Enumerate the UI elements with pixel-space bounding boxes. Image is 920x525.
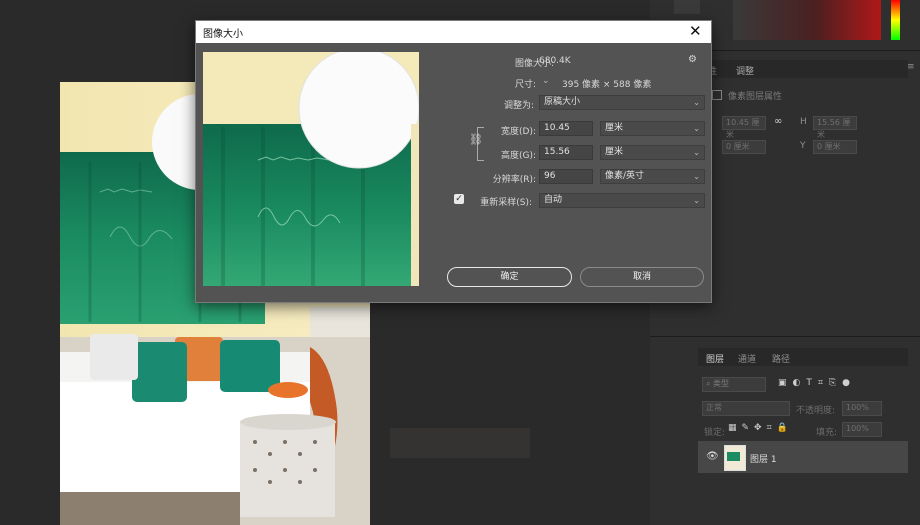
tab-layers[interactable]: 图层 (706, 352, 724, 365)
height-unit-select[interactable]: 厘米 ⌄ (600, 145, 705, 160)
layer-thumbnail-art (727, 452, 740, 461)
blend-mode-select[interactable]: 正常 (702, 401, 790, 416)
eye-icon[interactable]: 👁 (706, 451, 719, 462)
dialog-title: 图像大小 (203, 29, 243, 40)
chevron-down-icon: ⌄ (693, 98, 700, 107)
cancel-button[interactable]: 取消 (580, 267, 704, 287)
chevron-down-icon[interactable]: ⌄ (542, 76, 550, 86)
fill-label: 填充: (816, 428, 838, 438)
fit-to-value: 原稿大小 (544, 97, 581, 107)
resample-checkbox[interactable]: ✓ (454, 194, 464, 204)
layer-filter-select[interactable]: ⌕ 类型 (702, 377, 766, 392)
chevron-down-icon: ⌄ (693, 148, 700, 157)
resample-label: 重新采样(S): (480, 198, 532, 208)
fill-field[interactable]: 100% (842, 422, 882, 437)
props-width-field[interactable]: 10.45 厘米 (722, 116, 766, 139)
image-preview[interactable] (203, 52, 419, 286)
resolution-label: 分辨率(R): (492, 175, 536, 185)
chevron-down-icon: ⌄ (693, 196, 700, 205)
link-icon[interactable]: ∞ (774, 116, 782, 127)
width-label: 宽度(D): (501, 127, 536, 137)
props-y-label: Y (800, 141, 806, 151)
search-icon: ⌕ (706, 379, 714, 388)
width-input[interactable]: 10.45 (539, 121, 593, 136)
props-height-field[interactable]: 15.56 厘米 (813, 116, 857, 139)
panel-menu-icon[interactable]: ≡ (907, 62, 915, 72)
height-unit-value: 厘米 (605, 147, 624, 157)
height-input[interactable]: 15.56 (539, 145, 593, 160)
image-size-value: 680.4K (539, 56, 571, 66)
pixel-layer-icon (712, 90, 722, 100)
resolution-unit-select[interactable]: 像素/英寸 ⌄ (600, 169, 705, 184)
resample-value: 自动 (544, 195, 563, 205)
lock-icons[interactable]: ▦✎✥⌗🔒 (728, 423, 793, 433)
props-h-label: H (800, 117, 807, 127)
canvas-overlay (390, 428, 530, 458)
lock-label: 锁定: (704, 428, 726, 438)
layer-thumbnail (724, 445, 746, 471)
props-y-field[interactable]: 0 厘米 (813, 140, 857, 154)
layer-name[interactable]: 图层 1 (750, 452, 777, 465)
dimensions-label: 尺寸: (514, 80, 536, 90)
image-size-dialog: 图像大小 ✕ 图像大小: 680.4K ⚙ 尺寸: ⌄ 395 像素 × 588… (195, 20, 712, 303)
tab-adjustments[interactable]: 调整 (736, 64, 754, 77)
hue-slider[interactable] (891, 0, 900, 40)
resolution-unit-value: 像素/英寸 (605, 171, 645, 181)
color-picker-field[interactable] (733, 0, 881, 40)
dialog-titlebar[interactable]: 图像大小 ✕ (196, 21, 711, 43)
layers-tabbar (698, 348, 908, 366)
properties-tabbar (698, 60, 908, 78)
layer-filter-label: 类型 (713, 379, 730, 388)
width-unit-value: 厘米 (605, 123, 624, 133)
dimensions-value: 395 像素 × 588 像素 (562, 80, 652, 90)
layer-row[interactable]: 👁 图层 1 (698, 441, 908, 473)
panel-collapse-icon[interactable] (674, 0, 700, 14)
props-x-field[interactable]: 0 厘米 (722, 140, 766, 154)
resample-select[interactable]: 自动 ⌄ (539, 193, 705, 208)
chain-link-icon[interactable]: ⛓ (469, 133, 483, 146)
fit-to-label: 调整为: (503, 101, 534, 111)
chevron-down-icon: ⌄ (693, 124, 700, 133)
close-icon[interactable]: ✕ (689, 22, 702, 40)
fit-to-select[interactable]: 原稿大小 ⌄ (539, 95, 705, 110)
resolution-input[interactable]: 96 (539, 169, 593, 184)
layer-filter-icons[interactable]: ▣◐T⌗⎘● (778, 378, 856, 388)
preview-photo (203, 52, 419, 286)
properties-subtitle: 像素图层属性 (728, 92, 783, 102)
height-label: 高度(G): (500, 151, 536, 161)
opacity-field[interactable]: 100% (842, 401, 882, 416)
width-unit-select[interactable]: 厘米 ⌄ (600, 121, 705, 136)
opacity-label: 不透明度: (796, 406, 836, 416)
tab-paths[interactable]: 路径 (772, 352, 790, 365)
tab-channels[interactable]: 通道 (738, 352, 756, 365)
ok-button[interactable]: 确定 (447, 267, 572, 287)
gear-icon[interactable]: ⚙ (688, 54, 697, 65)
chevron-down-icon: ⌄ (693, 172, 700, 181)
